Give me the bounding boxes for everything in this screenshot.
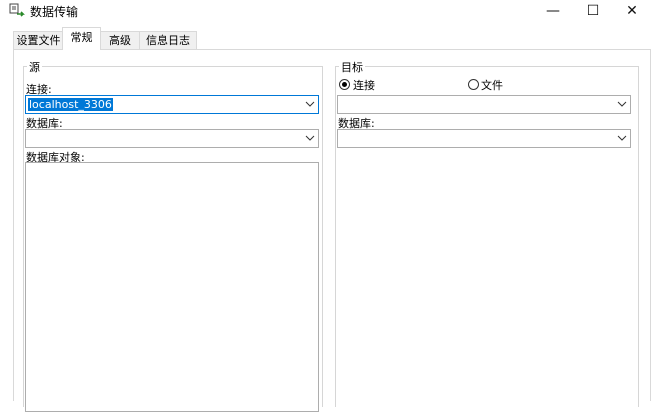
chevron-down-icon xyxy=(617,135,627,141)
source-group-title: 源 xyxy=(27,59,42,75)
tab-advanced[interactable]: 高级 xyxy=(99,31,141,49)
general-tab-panel: 源 连接: localhost_3306 数据库: 数据库对象: 目标 连接 文… xyxy=(13,49,651,412)
tab-general[interactable]: 常规 xyxy=(62,27,101,50)
source-objects-list[interactable] xyxy=(25,162,319,412)
source-connection-select[interactable]: localhost_3306 xyxy=(25,95,319,114)
target-group-title: 目标 xyxy=(339,59,365,75)
tab-settings-file[interactable]: 设置文件 xyxy=(13,31,64,49)
target-group: 目标 xyxy=(335,59,639,407)
target-file-radio-label[interactable]: 文件 xyxy=(481,77,503,93)
chevron-down-icon xyxy=(617,101,627,107)
tab-strip: 设置文件 常规 高级 信息日志 xyxy=(0,27,655,50)
chevron-down-icon xyxy=(305,101,315,107)
title-bar: 数据传输 — ☐ ✕ xyxy=(0,0,655,22)
chevron-down-icon xyxy=(305,135,315,141)
source-database-value xyxy=(28,132,30,145)
target-database-select[interactable] xyxy=(337,129,631,148)
close-button[interactable]: ✕ xyxy=(609,0,655,22)
target-connection-radio[interactable] xyxy=(339,79,350,90)
target-connection-select[interactable] xyxy=(337,95,631,114)
target-connection-value xyxy=(340,98,342,111)
source-database-select[interactable] xyxy=(25,129,319,148)
window-title: 数据传输 xyxy=(30,5,79,19)
tab-info-log[interactable]: 信息日志 xyxy=(139,31,197,49)
source-connection-value: localhost_3306 xyxy=(28,98,113,111)
target-file-radio[interactable] xyxy=(468,79,479,90)
target-database-value xyxy=(340,132,342,145)
target-connection-radio-label[interactable]: 连接 xyxy=(353,77,375,93)
data-transfer-app-icon xyxy=(9,3,25,17)
